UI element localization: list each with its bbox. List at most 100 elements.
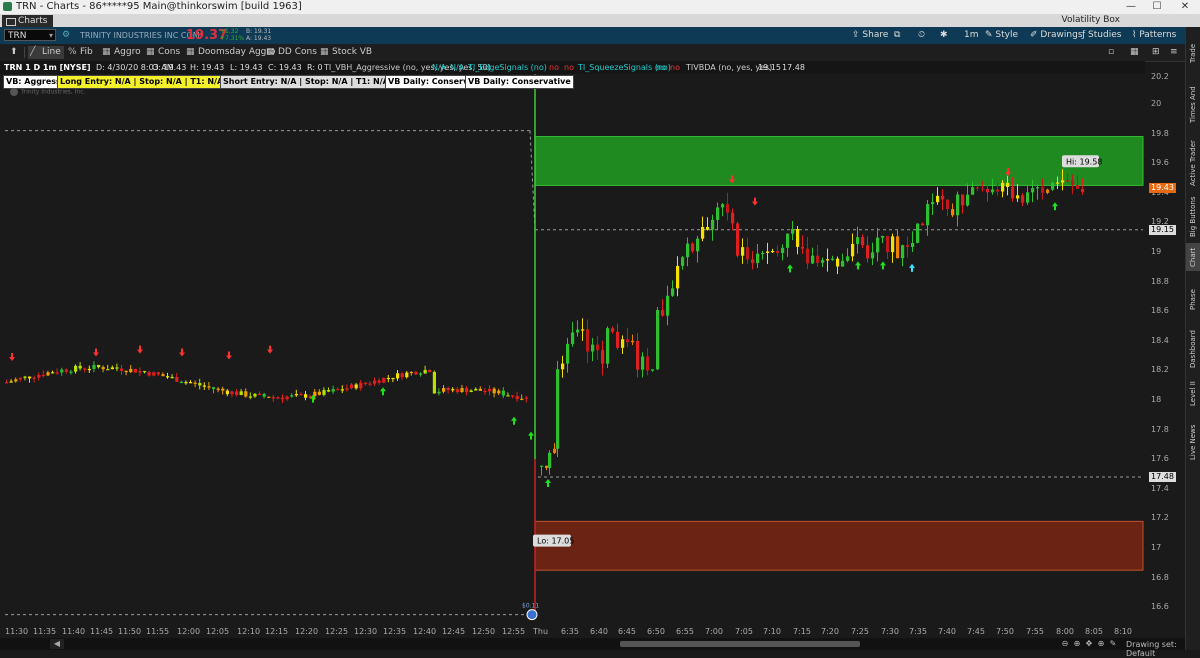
chart-scrollbar[interactable]: ◀ ⊖ ⊕ ✥ ⊕ ✎ Drawing set: Default (0, 638, 1185, 658)
event-value-text: $0.11 (522, 603, 539, 610)
candle-body (78, 365, 82, 369)
candle-body (731, 212, 735, 224)
candle-body (221, 388, 225, 391)
maximize-button[interactable]: ☐ (1144, 0, 1170, 14)
tool-stock-vb[interactable]: ▦ Stock VB (318, 46, 375, 59)
scroll-thumb[interactable] (620, 641, 860, 647)
menu-icon[interactable]: ≡ (1166, 46, 1181, 59)
sidebar-tab-times-and-sales[interactable]: Times And Sales (1186, 79, 1200, 131)
candle-body (248, 396, 252, 398)
price-label-current: 19.43 (1149, 183, 1176, 194)
detach-icon[interactable]: ⧉ (894, 29, 900, 41)
drawings-label: Drawings (1040, 30, 1083, 40)
drawings-button[interactable]: ✐ Drawings (1030, 29, 1083, 41)
x-tick-label: 12:45 (442, 627, 466, 636)
tool-aggro[interactable]: ▦ Aggro (100, 46, 144, 59)
x-tick-label: 12:40 (413, 627, 437, 636)
candle-body (304, 394, 308, 398)
study-value-no4: no (670, 63, 680, 72)
candle-body (771, 250, 775, 253)
sidebar-tab-dashboard[interactable]: Dashboard (1186, 329, 1200, 369)
candle-body (861, 237, 865, 246)
candle-body (826, 259, 830, 261)
x-tick-label: 12:20 (295, 627, 319, 636)
chevron-down-icon[interactable]: ▾ (49, 30, 53, 42)
timer-icon[interactable]: ⏲ (918, 29, 925, 41)
tool-fib[interactable]: % Fib (66, 46, 96, 59)
tab-charts[interactable]: Charts (2, 15, 54, 27)
sidebar-tab-phase-scores[interactable]: Phase Scores (1186, 277, 1200, 323)
gear-icon[interactable]: ⚙ (62, 30, 70, 40)
tool-dd-cons[interactable]: ▦ DD Cons (264, 46, 320, 59)
x-tick-label: 12:15 (265, 627, 289, 636)
study-edge-signals[interactable]: TI_EdgeSignals (no) (468, 61, 547, 74)
price-axis[interactable]: 16.6 16.8 17 17.2 17.4 17.6 17.8 18 18.2 18.4 18.6… (1145, 74, 1185, 622)
tool-cons[interactable]: ▦ Cons (144, 46, 183, 59)
y-tick-label: 19.8 (1151, 128, 1169, 138)
candle-body (676, 265, 680, 289)
studies-button[interactable]: ƒ Studies (1082, 29, 1121, 41)
cursor-icon[interactable]: ⬆ (4, 46, 21, 59)
candle-body (553, 448, 557, 453)
candle-body (253, 393, 257, 397)
share-button[interactable]: ⇪ Share (852, 29, 888, 41)
candle-body (124, 370, 128, 373)
sidebar-tab-trade[interactable]: Trade (1186, 35, 1200, 71)
x-tick-label: 7:40 (938, 627, 956, 636)
x-tick-label: 12:35 (383, 627, 407, 636)
symbol-input[interactable]: TRN ▾ (4, 29, 56, 41)
candle-body (571, 332, 575, 344)
drawing-set-label[interactable]: Drawing set: Default (1126, 640, 1185, 658)
layout-single-icon[interactable]: ▫ (1104, 46, 1117, 59)
candle-body (290, 395, 294, 397)
timeframe-button[interactable]: 1m (964, 29, 979, 41)
candle-body (317, 391, 321, 395)
price-chart[interactable]: Hi: 19.58 Lo: 17.05 $0.11 (0, 74, 1145, 622)
candle-body (801, 246, 805, 249)
sidebar-tab-level-ii[interactable]: Level II (1186, 375, 1200, 413)
layout-grid-icon[interactable]: ▦ (1126, 46, 1142, 59)
sidebar-tab-live-news[interactable]: Live News (1186, 419, 1200, 465)
settings-icon[interactable]: ✱ (940, 29, 948, 41)
crosshair-icon[interactable]: ⊕ (1096, 639, 1106, 649)
candle-body (391, 377, 395, 380)
scroll-left-icon[interactable]: ◀ (50, 639, 64, 649)
candle-body (901, 245, 905, 259)
candle-body (225, 390, 229, 395)
candle-body (474, 388, 478, 391)
time-axis[interactable]: 11:30 11:35 11:40 11:45 11:50 11:55 12:00 12:05… (0, 624, 1145, 638)
candle-body (931, 202, 935, 205)
study-vbh[interactable]: TI_VBH_Aggressive (no, yes, yes, yes, 50… (324, 61, 491, 74)
x-tick-label: 7:15 (793, 627, 811, 636)
x-tick-label: 6:45 (618, 627, 636, 636)
style-icon: ✎ (985, 30, 996, 40)
sidebar-tab-active-trader[interactable]: Active Trader (1186, 135, 1200, 191)
drawing-cursor-icon[interactable]: ✎ (1108, 639, 1118, 649)
link-icon[interactable]: ⊞ (1148, 46, 1163, 59)
candle-body (626, 339, 630, 343)
zoom-in-icon[interactable]: ⊕ (1072, 639, 1082, 649)
price-label-upper-level: 19.15 (1149, 224, 1176, 235)
pan-icon[interactable]: ✥ (1084, 639, 1094, 649)
x-tick-label: 11:35 (33, 627, 57, 636)
sidebar-tab-big-buttons[interactable]: Big Buttons (1186, 195, 1200, 239)
tool-line[interactable]: ╱ Line (28, 46, 64, 59)
patterns-button[interactable]: ⌇ Patterns (1132, 29, 1176, 41)
candle-body (37, 374, 41, 378)
candle-body (1031, 188, 1035, 193)
candle-body (368, 383, 372, 385)
candle-body (327, 390, 331, 392)
study-value-v2: 17.48 (782, 63, 805, 72)
style-button[interactable]: ✎ Style (985, 29, 1018, 41)
company-name: TRINITY INDUSTRIES INC COM (80, 31, 200, 40)
x-tick-label: 7:05 (735, 627, 753, 636)
close-button[interactable]: ✕ (1172, 0, 1198, 14)
minimize-button[interactable]: — (1118, 0, 1144, 14)
candle-body (299, 394, 303, 396)
candle-body (906, 245, 910, 247)
candle-body (856, 237, 860, 244)
line-icon: ╱ (30, 47, 36, 57)
sidebar-tab-chart[interactable]: Chart (1186, 243, 1200, 271)
zoom-out-icon[interactable]: ⊖ (1060, 639, 1070, 649)
label-vb-daily-2: VB Daily: Conservative (465, 75, 574, 89)
